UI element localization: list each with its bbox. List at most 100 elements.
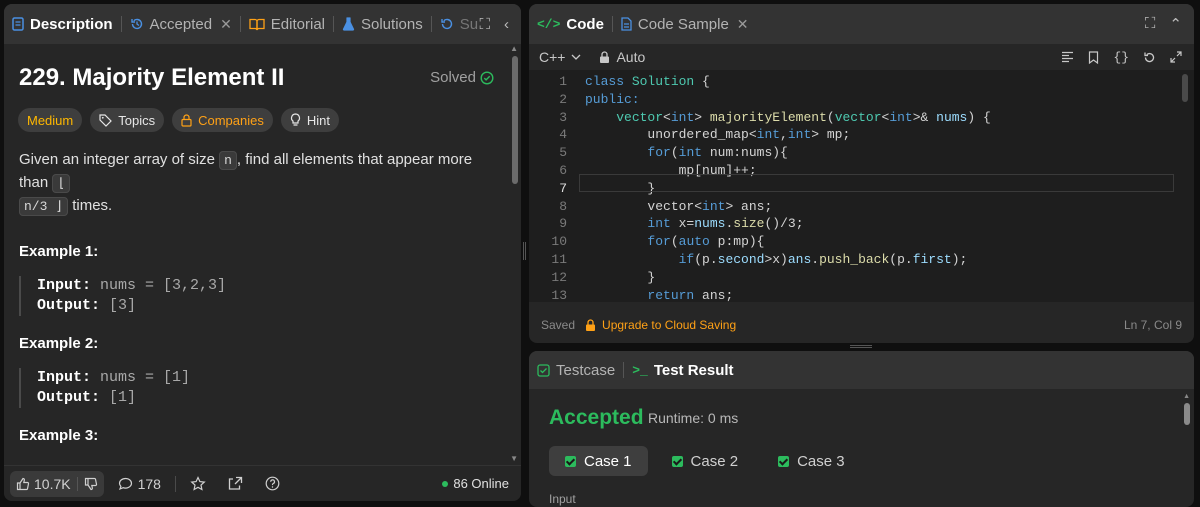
editor-toolbar: C++ Auto {} xyxy=(529,44,1194,70)
code-token: (p. xyxy=(694,252,718,267)
bookmark-icon[interactable] xyxy=(1088,50,1099,64)
hint-label: Hint xyxy=(306,112,330,128)
tab-submissions[interactable]: Su xyxy=(432,4,478,44)
code-line[interactable]: 9 int x=nums.size()/3; xyxy=(529,215,1194,233)
code-line[interactable]: 5 for(int num:nums){ xyxy=(529,144,1194,162)
code-line[interactable]: 1 class Solution { xyxy=(529,73,1194,91)
case-tab-2[interactable]: Case 2 xyxy=(656,446,755,476)
case-tab-1[interactable]: Case 1 xyxy=(549,446,648,476)
input-value: nums = [1] xyxy=(100,369,191,386)
language-select[interactable]: C++ xyxy=(539,49,581,65)
output-label: Output: xyxy=(37,389,101,406)
code-line[interactable]: 4 unordered_map<int,int> mp; xyxy=(529,126,1194,144)
braces-icon[interactable]: {} xyxy=(1113,50,1129,65)
chevron-left-icon[interactable]: ‹ xyxy=(504,16,509,33)
tab-label: Solutions xyxy=(361,15,423,33)
code-text: } xyxy=(585,269,655,287)
expand-icon[interactable] xyxy=(1170,51,1182,63)
test-result-panel: Testcase >_ Test Result Accepted Runtime… xyxy=(529,351,1194,507)
terminal-icon: >_ xyxy=(632,362,648,378)
code-line[interactable]: 11 if(p.second>x)ans.push_back(p.first); xyxy=(529,251,1194,269)
code-line[interactable]: 12 } xyxy=(529,269,1194,287)
scroll-up-arrow[interactable]: ▲ xyxy=(510,44,518,53)
comment-count: 178 xyxy=(137,475,161,492)
case-label: Case 3 xyxy=(797,452,845,470)
example-block: Input: nums = [3,2,3] Output: [3] xyxy=(19,276,226,316)
scrollbar[interactable] xyxy=(1182,74,1188,102)
upgrade-link[interactable]: Upgrade to Cloud Saving xyxy=(602,318,736,332)
code-token: { xyxy=(694,74,710,89)
code-token: ( xyxy=(826,109,835,125)
help-icon[interactable] xyxy=(265,476,280,491)
input-label: Input: xyxy=(37,369,92,386)
line-number: 7 xyxy=(559,180,567,196)
autocomplete-toggle[interactable]: Auto xyxy=(599,49,645,65)
code-token: ()/3; xyxy=(764,216,804,232)
comment-icon xyxy=(118,477,132,490)
star-icon[interactable] xyxy=(190,475,206,492)
vertical-resize-handle[interactable] xyxy=(523,242,526,260)
language-label: C++ xyxy=(539,49,566,65)
like-button[interactable]: 10.7K xyxy=(16,476,71,492)
comments-button[interactable]: 178 xyxy=(118,476,161,492)
code-text: public: xyxy=(585,91,640,109)
scrollbar[interactable] xyxy=(1184,403,1190,425)
lock-icon xyxy=(181,113,192,127)
maximize-icon[interactable]: ⛶ xyxy=(479,16,490,33)
tab-description[interactable]: Description xyxy=(4,4,121,44)
code-line[interactable]: 8 vector<int> ans; xyxy=(529,198,1194,216)
horizontal-resize-handle[interactable] xyxy=(850,345,872,348)
line-number: 12 xyxy=(551,269,567,285)
code-line[interactable]: 2 public: xyxy=(529,91,1194,109)
problem-description: Given an integer array of size n, find a… xyxy=(19,149,489,218)
code-line[interactable]: 3 vector<int> majorityElement(vector<int… xyxy=(529,109,1194,127)
output-label: Output: xyxy=(37,297,101,314)
code-token: nums xyxy=(936,109,968,125)
tab-code-sample[interactable]: Code Sample ✕ xyxy=(613,4,757,44)
saved-status: Saved xyxy=(541,318,576,332)
reset-icon[interactable] xyxy=(1143,51,1156,64)
code-token: x= xyxy=(670,216,695,232)
format-icon[interactable] xyxy=(1061,51,1074,63)
tab-accepted[interactable]: Accepted ✕ xyxy=(122,4,240,44)
code-line[interactable]: 10 for(auto p:mp){ xyxy=(529,233,1194,251)
chevron-up-icon[interactable]: ⌃ xyxy=(1169,15,1182,33)
close-icon[interactable]: ✕ xyxy=(737,16,749,33)
line-number: 5 xyxy=(559,145,567,161)
code-token: < xyxy=(694,198,703,214)
companies-button[interactable]: Companies xyxy=(172,108,273,132)
share-icon[interactable] xyxy=(228,476,243,491)
tab-testcase[interactable]: Testcase xyxy=(529,351,623,389)
tab-code[interactable]: </> Code xyxy=(529,4,612,44)
topics-button[interactable]: Topics xyxy=(90,108,165,132)
result-status: Accepted xyxy=(549,406,644,429)
companies-label: Companies xyxy=(198,112,264,128)
maximize-icon[interactable]: ⛶ xyxy=(1145,15,1156,33)
code-token: } xyxy=(585,269,656,285)
tab-solutions[interactable]: Solutions xyxy=(334,4,431,44)
inline-code-floor: ⌊ xyxy=(52,174,71,193)
code-text: if(p.second>x)ans.push_back(p.first); xyxy=(585,251,968,269)
code-token: (p. xyxy=(889,252,913,267)
code-token: int xyxy=(647,216,671,232)
scrollbar[interactable] xyxy=(512,56,518,184)
thumbs-down-icon[interactable] xyxy=(84,477,98,491)
hint-button[interactable]: Hint xyxy=(280,108,339,132)
case-tab-3[interactable]: Case 3 xyxy=(762,446,861,476)
code-token: auto xyxy=(678,234,710,250)
close-icon[interactable]: ✕ xyxy=(220,16,232,33)
code-line[interactable]: 13 return ans; xyxy=(529,287,1194,305)
line-number: 13 xyxy=(551,287,567,303)
problem-tabbar: Description Accepted ✕ Editorial Solutio… xyxy=(4,4,521,44)
scroll-down-arrow[interactable]: ▼ xyxy=(510,454,518,463)
tab-label: Code Sample xyxy=(637,15,729,33)
solved-indicator: Solved xyxy=(430,69,494,86)
tab-test-result[interactable]: >_ Test Result xyxy=(624,351,741,389)
scroll-up-arrow[interactable]: ▲ xyxy=(1183,393,1190,400)
code-token: < xyxy=(663,109,671,125)
code-token: p:mp){ xyxy=(709,234,765,250)
tab-editorial[interactable]: Editorial xyxy=(241,4,333,44)
tab-label: Testcase xyxy=(556,361,616,379)
